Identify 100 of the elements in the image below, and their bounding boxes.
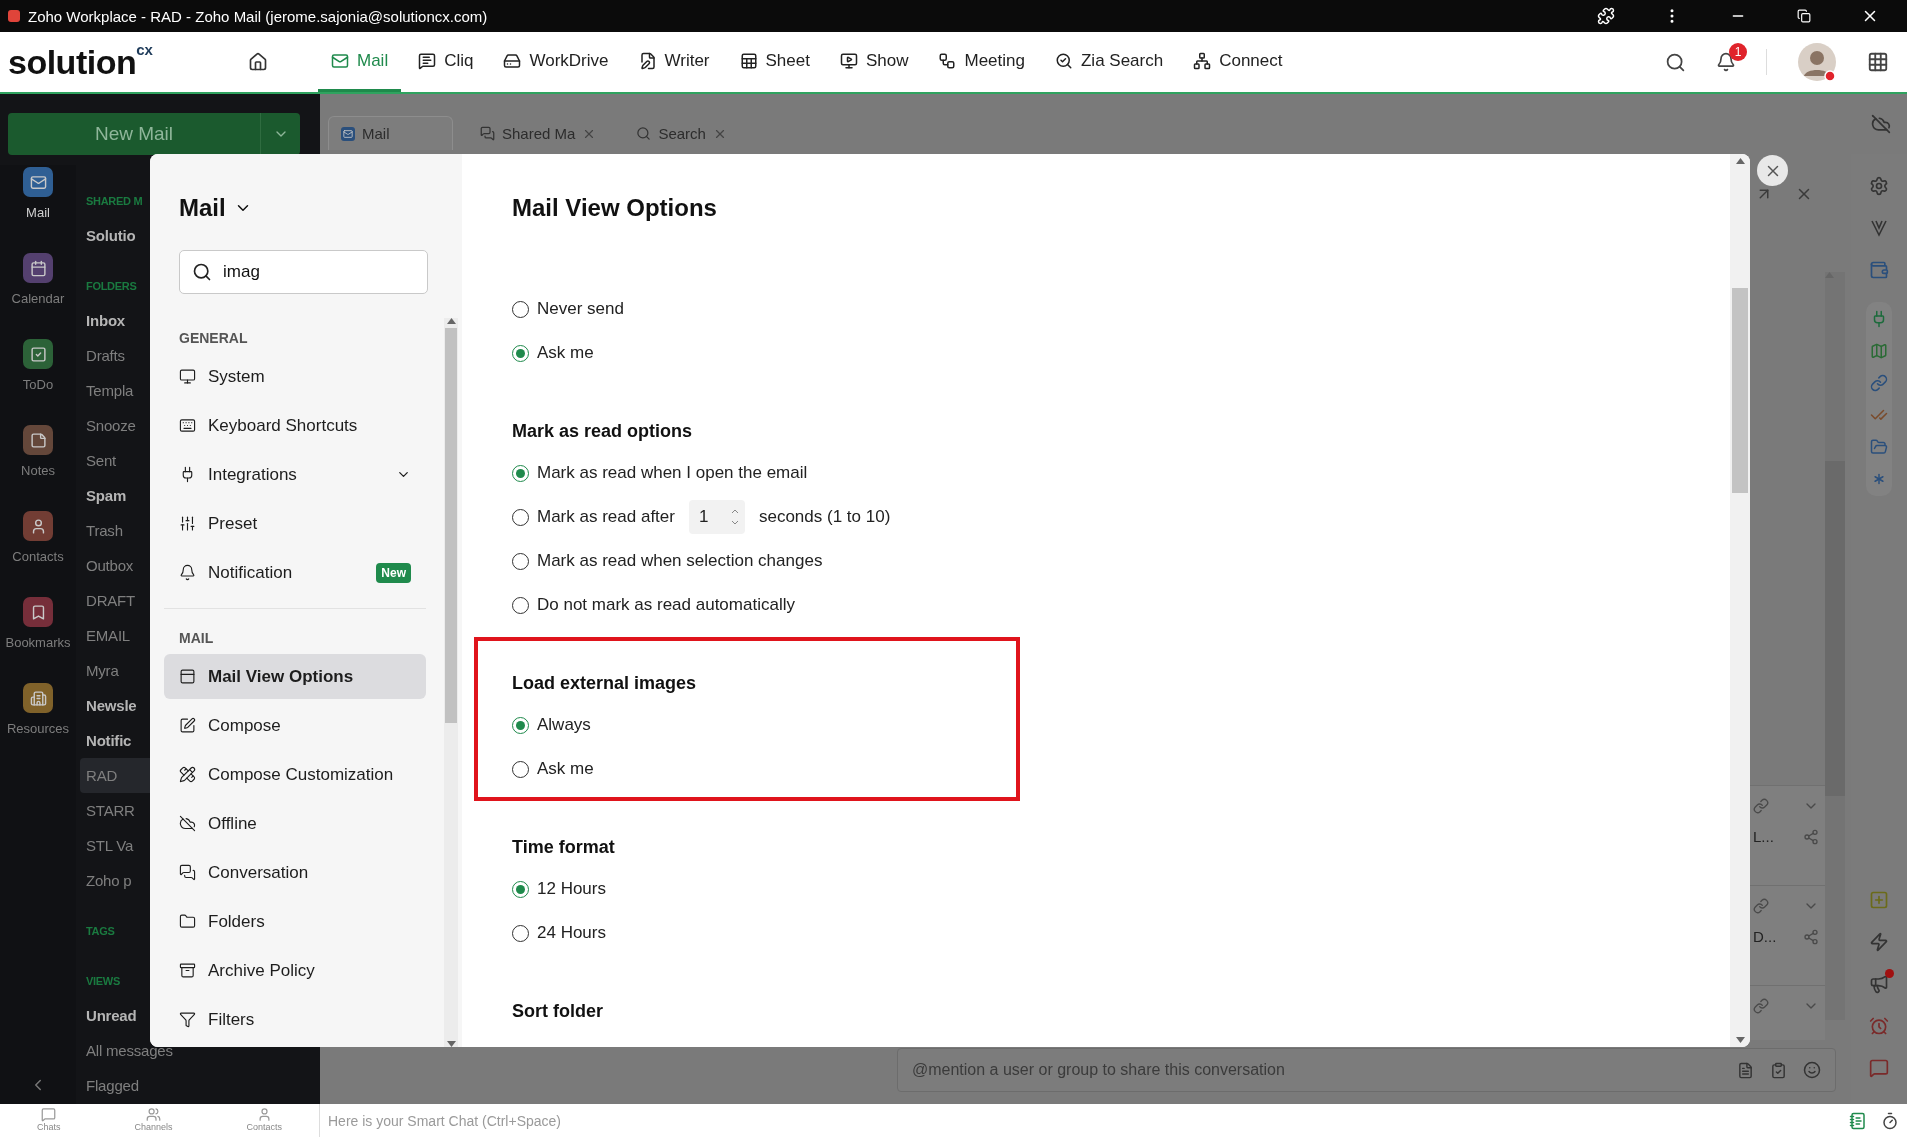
megaphone-icon[interactable]: [1869, 974, 1889, 994]
scrollbar[interactable]: [444, 318, 458, 1047]
building-icon[interactable]: [23, 683, 53, 713]
extension-icon[interactable]: [1597, 7, 1615, 25]
smart-chat-field[interactable]: Here is your Smart Chat (Ctrl+Space): [320, 1112, 1849, 1129]
cloud-icon[interactable]: [1871, 114, 1891, 134]
folder-item[interactable]: Drafts: [86, 347, 125, 364]
comment-field[interactable]: @mention a user or group to share this conversation: [897, 1048, 1836, 1092]
app-label[interactable]: Bookmarks: [5, 635, 71, 650]
settings-nav-item[interactable]: Filters: [164, 997, 426, 1042]
nav-tab[interactable]: Meeting: [925, 32, 1038, 92]
settings-title[interactable]: Mail: [150, 188, 462, 228]
search-icon[interactable]: [1665, 51, 1686, 73]
check-icon[interactable]: [23, 339, 53, 369]
folder-item[interactable]: Inbox: [86, 312, 125, 329]
share-icon[interactable]: [1803, 928, 1819, 945]
person-icon[interactable]: [23, 511, 53, 541]
scroll-thumb[interactable]: [445, 328, 457, 723]
scroll-up-icon[interactable]: [446, 318, 456, 324]
app-label[interactable]: Contacts: [12, 549, 64, 564]
folder-icon[interactable]: [1870, 438, 1888, 456]
app-label[interactable]: ToDo: [22, 377, 54, 392]
app-label[interactable]: Resources: [6, 721, 70, 736]
bolt-icon[interactable]: [1869, 932, 1889, 952]
settings-nav-item[interactable]: Preset: [164, 501, 426, 546]
folder-item[interactable]: Notific: [86, 732, 132, 749]
bottom-tab[interactable]: Chats: [37, 1104, 61, 1137]
scroll-thumb[interactable]: [1732, 288, 1748, 493]
folder-item[interactable]: STL Va: [86, 837, 134, 854]
share-icon[interactable]: [1803, 828, 1819, 845]
spinner-icon[interactable]: [730, 507, 739, 527]
bottom-tab[interactable]: Contacts: [246, 1104, 282, 1137]
settings-icon[interactable]: [1869, 176, 1889, 196]
nav-tab[interactable]: Mail: [318, 32, 402, 92]
close-button[interactable]: [1757, 155, 1788, 186]
folder-item[interactable]: Trash: [86, 522, 123, 539]
nav-tab[interactable]: Zia Search: [1041, 32, 1177, 92]
app-label[interactable]: Mail: [26, 205, 50, 220]
emoji-icon[interactable]: [1803, 1061, 1821, 1079]
link-icon[interactable]: [1870, 374, 1888, 392]
bell-icon[interactable]: [1716, 52, 1736, 72]
scroll-down-icon[interactable]: [1735, 1037, 1745, 1043]
note-icon[interactable]: [23, 425, 53, 455]
notebook-icon[interactable]: [1849, 1111, 1867, 1130]
folder-item[interactable]: Outbox: [86, 557, 134, 574]
settings-nav-item[interactable]: Mail View Options: [164, 654, 426, 699]
timer-icon[interactable]: [1881, 1111, 1899, 1130]
folder-item[interactable]: All messages: [86, 1042, 173, 1059]
folder-item[interactable]: EMAIL: [86, 627, 130, 644]
folder-item[interactable]: Templa: [86, 382, 134, 399]
alarm-icon[interactable]: [1869, 1016, 1889, 1036]
settings-nav-item[interactable]: Conversation: [164, 850, 426, 895]
apps-grid-icon[interactable]: [1867, 51, 1889, 73]
search-input[interactable]: imag: [221, 261, 415, 283]
new-mail-button[interactable]: New Mail: [8, 113, 300, 155]
folder-item[interactable]: DRAFT: [86, 592, 135, 609]
folder-item[interactable]: RAD: [86, 767, 118, 784]
v-logo-icon[interactable]: [1869, 218, 1889, 238]
calendar-icon[interactable]: [23, 253, 53, 283]
chat-icon[interactable]: [1869, 1058, 1889, 1078]
restore-icon[interactable]: [1797, 9, 1811, 23]
app-label[interactable]: Notes: [21, 463, 55, 478]
nav-tab[interactable]: Cliq: [405, 32, 487, 92]
settings-nav-item[interactable]: Offline: [164, 801, 426, 846]
settings-nav-item[interactable]: Keyboard Shortcuts: [164, 403, 426, 448]
folder-item[interactable]: Solutio: [86, 227, 136, 244]
folder-item[interactable]: Snooze: [86, 417, 136, 434]
settings-nav-item[interactable]: Compose: [164, 703, 426, 748]
number-field[interactable]: 1: [688, 500, 745, 534]
settings-nav-item[interactable]: Notification New: [164, 550, 426, 595]
search-field[interactable]: imag: [179, 250, 428, 294]
nav-tab[interactable]: WorkDrive: [490, 32, 622, 92]
mail-tab[interactable]: Mail: [328, 116, 453, 150]
bottom-tab[interactable]: Channels: [134, 1104, 173, 1137]
folder-item[interactable]: Myra: [86, 662, 119, 679]
home-icon[interactable]: [248, 52, 268, 72]
mail-icon[interactable]: [23, 167, 53, 197]
settings-nav-item[interactable]: Integrations: [164, 452, 426, 497]
folder-item[interactable]: Sent: [86, 452, 117, 469]
folder-item[interactable]: Zoho p: [86, 872, 132, 889]
folder-item[interactable]: Newsle: [86, 697, 137, 714]
folder-item[interactable]: Spam: [86, 487, 127, 504]
clipboard-icon[interactable]: [1770, 1061, 1787, 1079]
nav-tab[interactable]: Connect: [1180, 32, 1296, 92]
bookmark-icon[interactable]: [23, 597, 53, 627]
folder-item[interactable]: Unread: [86, 1007, 137, 1024]
scrollbar[interactable]: [1730, 154, 1750, 1047]
app-label[interactable]: Calendar: [11, 291, 65, 306]
folder-item[interactable]: Flagged: [86, 1077, 139, 1094]
mail-tab[interactable]: Shared Ma: [467, 116, 610, 150]
nav-tab[interactable]: Sheet: [726, 32, 823, 92]
settings-nav-item[interactable]: Folders: [164, 899, 426, 944]
scrollbar[interactable]: [1825, 272, 1845, 1020]
nav-tab[interactable]: Show: [826, 32, 922, 92]
settings-nav-item[interactable]: System: [164, 354, 426, 399]
notes-icon[interactable]: [1737, 1061, 1754, 1079]
scroll-up-icon[interactable]: [1735, 158, 1745, 164]
folder-item[interactable]: STARR: [86, 802, 135, 819]
settings-nav-item[interactable]: Archive Policy: [164, 948, 426, 993]
nav-tab[interactable]: Writer: [625, 32, 723, 92]
